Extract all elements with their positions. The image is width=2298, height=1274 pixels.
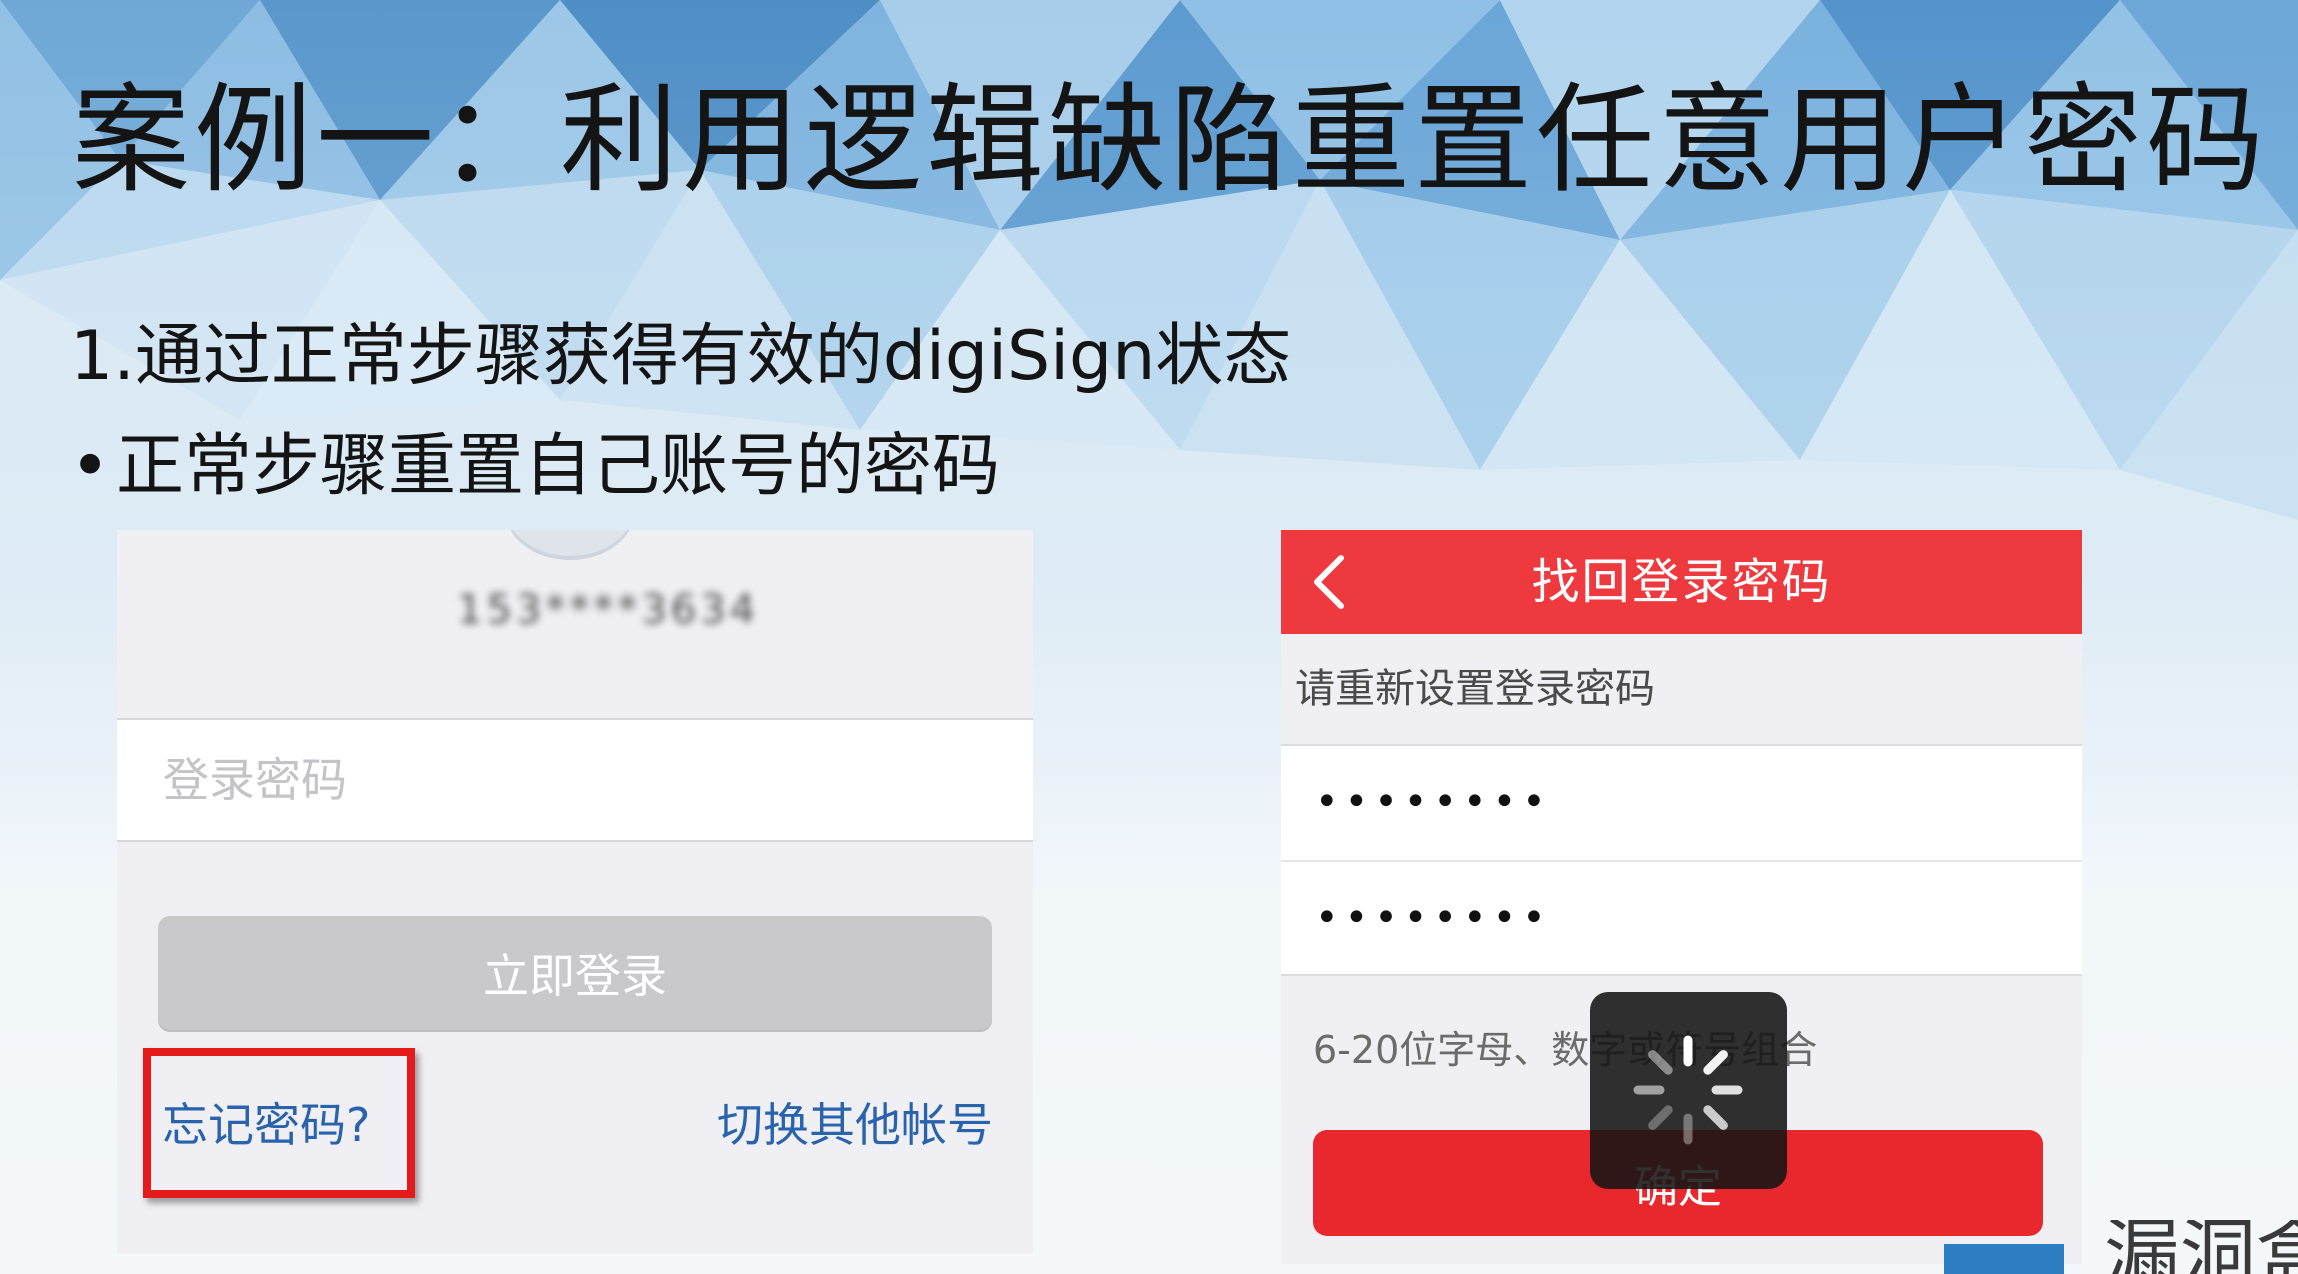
bullet-text: 正常步骤重置自己账号的密码 bbox=[116, 427, 1001, 506]
bullet-marker: • bbox=[70, 427, 111, 506]
account-number: 153****3634 bbox=[457, 587, 760, 633]
bullet-point: •正常步骤重置自己账号的密码 bbox=[70, 422, 1000, 512]
section-label: 请重新设置登录密码 bbox=[1295, 666, 1655, 712]
step-heading: 1.通过正常步骤获得有效的digiSign状态 bbox=[70, 317, 1292, 396]
watermark-logo bbox=[1944, 1244, 2064, 1274]
slide-title: 案例一：利用逻辑缺陷重置任意用户密码 bbox=[72, 71, 2269, 209]
loading-overlay bbox=[1590, 992, 1787, 1189]
login-button[interactable]: 立即登录 bbox=[158, 916, 992, 1030]
avatar bbox=[505, 530, 635, 560]
switch-account-link[interactable]: 切换其他帐号 bbox=[717, 1090, 993, 1160]
password-group: •••••••• •••••••• bbox=[1281, 744, 2082, 976]
watermark-text: 漏洞盒 bbox=[2104, 1220, 2298, 1274]
new-password-field[interactable]: •••••••• bbox=[1315, 746, 2055, 858]
watermark: 漏洞盒 bbox=[1944, 1220, 2298, 1274]
confirm-password-field[interactable]: •••••••• bbox=[1315, 862, 2055, 974]
highlight-box bbox=[143, 1048, 415, 1198]
nav-title: 找回登录密码 bbox=[1531, 554, 1832, 610]
nav-bar: 找回登录密码 bbox=[1281, 530, 2082, 634]
password-input[interactable] bbox=[163, 720, 983, 840]
password-row bbox=[117, 718, 1033, 842]
chevron-left-icon[interactable] bbox=[1303, 550, 1363, 614]
spinner-icon bbox=[1633, 1035, 1743, 1145]
